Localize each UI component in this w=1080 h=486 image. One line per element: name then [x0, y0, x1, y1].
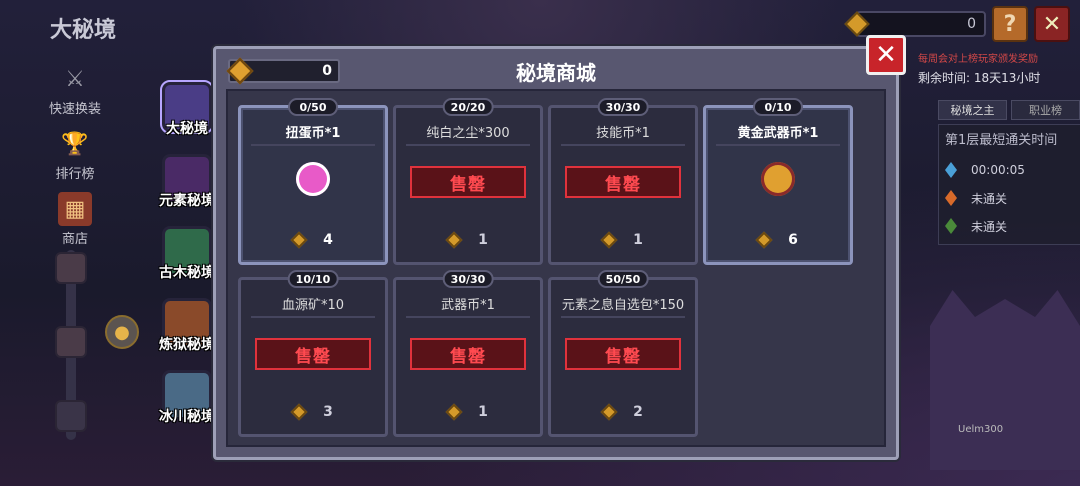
tab-glacier-realm[interactable]: 冰川秘境 — [156, 370, 218, 434]
shop-title: 秘境商城 — [516, 61, 596, 85]
tab-realm-master[interactable]: 秘境之主 — [938, 100, 1007, 120]
diamond-icon — [445, 403, 463, 421]
locked-floor-node — [55, 400, 87, 432]
floor-node[interactable] — [55, 252, 87, 284]
tab-element-realm[interactable]: 元素秘境 — [156, 154, 218, 218]
quick-equip-button[interactable]: ⚔ 快速换装 — [49, 62, 101, 118]
gacha-coin-icon — [296, 162, 330, 196]
shop-button[interactable]: ▦ 商店 — [58, 192, 92, 247]
shop-item-card[interactable]: 0/50 扭蛋币*1 4 — [238, 98, 388, 265]
leaderboard-button[interactable]: 🏆 排行榜 — [55, 127, 94, 183]
item-price: 1 — [551, 231, 695, 249]
item-price: 4 — [241, 231, 385, 249]
armor-swap-icon: ⚔ — [65, 66, 85, 92]
close-screen-button[interactable]: ✕ — [1034, 6, 1070, 42]
flame-icon — [945, 190, 957, 206]
shop-item-card: 10/10 血源矿*10 售罄 3 — [238, 270, 388, 437]
location-pin-icon[interactable]: ● — [105, 315, 139, 349]
diamond-icon — [600, 231, 618, 249]
event-info: 每周会对上榜玩家颁发奖励 剩余时间: 18天13小时 — [918, 54, 1041, 85]
diamond-icon — [755, 231, 773, 249]
rank-row: 未通关 — [945, 212, 1075, 240]
item-price: 1 — [396, 231, 540, 249]
shop-modal: 0 秘境商城 ✕ 0/50 扭蛋币*1 4 20/20 纯白之尘*300 售罄 … — [213, 35, 906, 460]
ranking-panel: 每周会对上榜玩家颁发奖励 剩余时间: 18天13小时 秘境之主 职业榜 第1层最… — [900, 50, 1080, 245]
floor-node[interactable] — [55, 326, 87, 358]
trophy-icon: 🏆 — [61, 131, 89, 157]
rank-row: 00:00:05 — [945, 156, 1075, 184]
screen-title: 大秘境 — [50, 18, 117, 43]
shop-item-card: 20/20 纯白之尘*300 售罄 1 — [393, 98, 543, 265]
soldout-label: 售罄 — [565, 166, 681, 198]
item-price: 2 — [551, 403, 695, 421]
rank-tabs: 秘境之主 职业榜 — [938, 100, 1080, 120]
shop-icon: ▦ — [58, 192, 92, 226]
soldout-label: 售罄 — [565, 338, 681, 370]
diamond-icon — [290, 231, 308, 249]
gem-counter: 0 — [844, 11, 986, 37]
tab-great-secret-realm[interactable]: 大秘境 — [156, 80, 218, 146]
diamond-icon — [600, 403, 618, 421]
rank-box: 第1层最短通关时间 00:00:05 未通关 未通关 — [938, 124, 1080, 245]
shop-item-card: 30/30 武器币*1 售罄 1 — [393, 270, 543, 437]
shop-item-card: 50/50 元素之息自选包*150 售罄 2 — [548, 270, 698, 437]
diamond-icon — [290, 403, 308, 421]
item-price: 3 — [241, 403, 385, 421]
diamond-icon — [445, 231, 463, 249]
tab-class-rank[interactable]: 职业榜 — [1011, 100, 1080, 120]
close-shop-button[interactable]: ✕ — [866, 35, 906, 75]
soldout-label: 售罄 — [255, 338, 371, 370]
left-menu: ⚔ 快速换装 🏆 排行榜 ▦ 商店 — [40, 62, 110, 248]
tab-ancient-wood-realm[interactable]: 古木秘境 — [156, 226, 218, 290]
soldout-label: 售罄 — [410, 338, 526, 370]
tab-purgatory-realm[interactable]: 炼狱秘境 — [156, 298, 218, 362]
gold-weapon-coin-icon — [761, 162, 795, 196]
soldout-label: 售罄 — [410, 166, 526, 198]
crystal-icon — [945, 162, 957, 178]
rank-row: 未通关 — [945, 184, 1075, 212]
shop-item-card: 30/30 技能币*1 售罄 1 — [548, 98, 698, 265]
character-throne — [930, 290, 1080, 470]
help-button[interactable]: ? — [992, 6, 1028, 42]
shop-grid: 0/50 扭蛋币*1 4 20/20 纯白之尘*300 售罄 1 30/30 技… — [226, 89, 886, 447]
shop-item-card[interactable]: 0/10 黄金武器币*1 6 — [703, 98, 853, 265]
character-name: Uelm300 — [958, 424, 1004, 435]
item-price: 1 — [396, 403, 540, 421]
item-price: 6 — [706, 231, 850, 249]
leaf-icon — [945, 218, 957, 234]
dungeon-tabs: 大秘境 元素秘境 古木秘境 炼狱秘境 冰川秘境 — [156, 80, 218, 434]
